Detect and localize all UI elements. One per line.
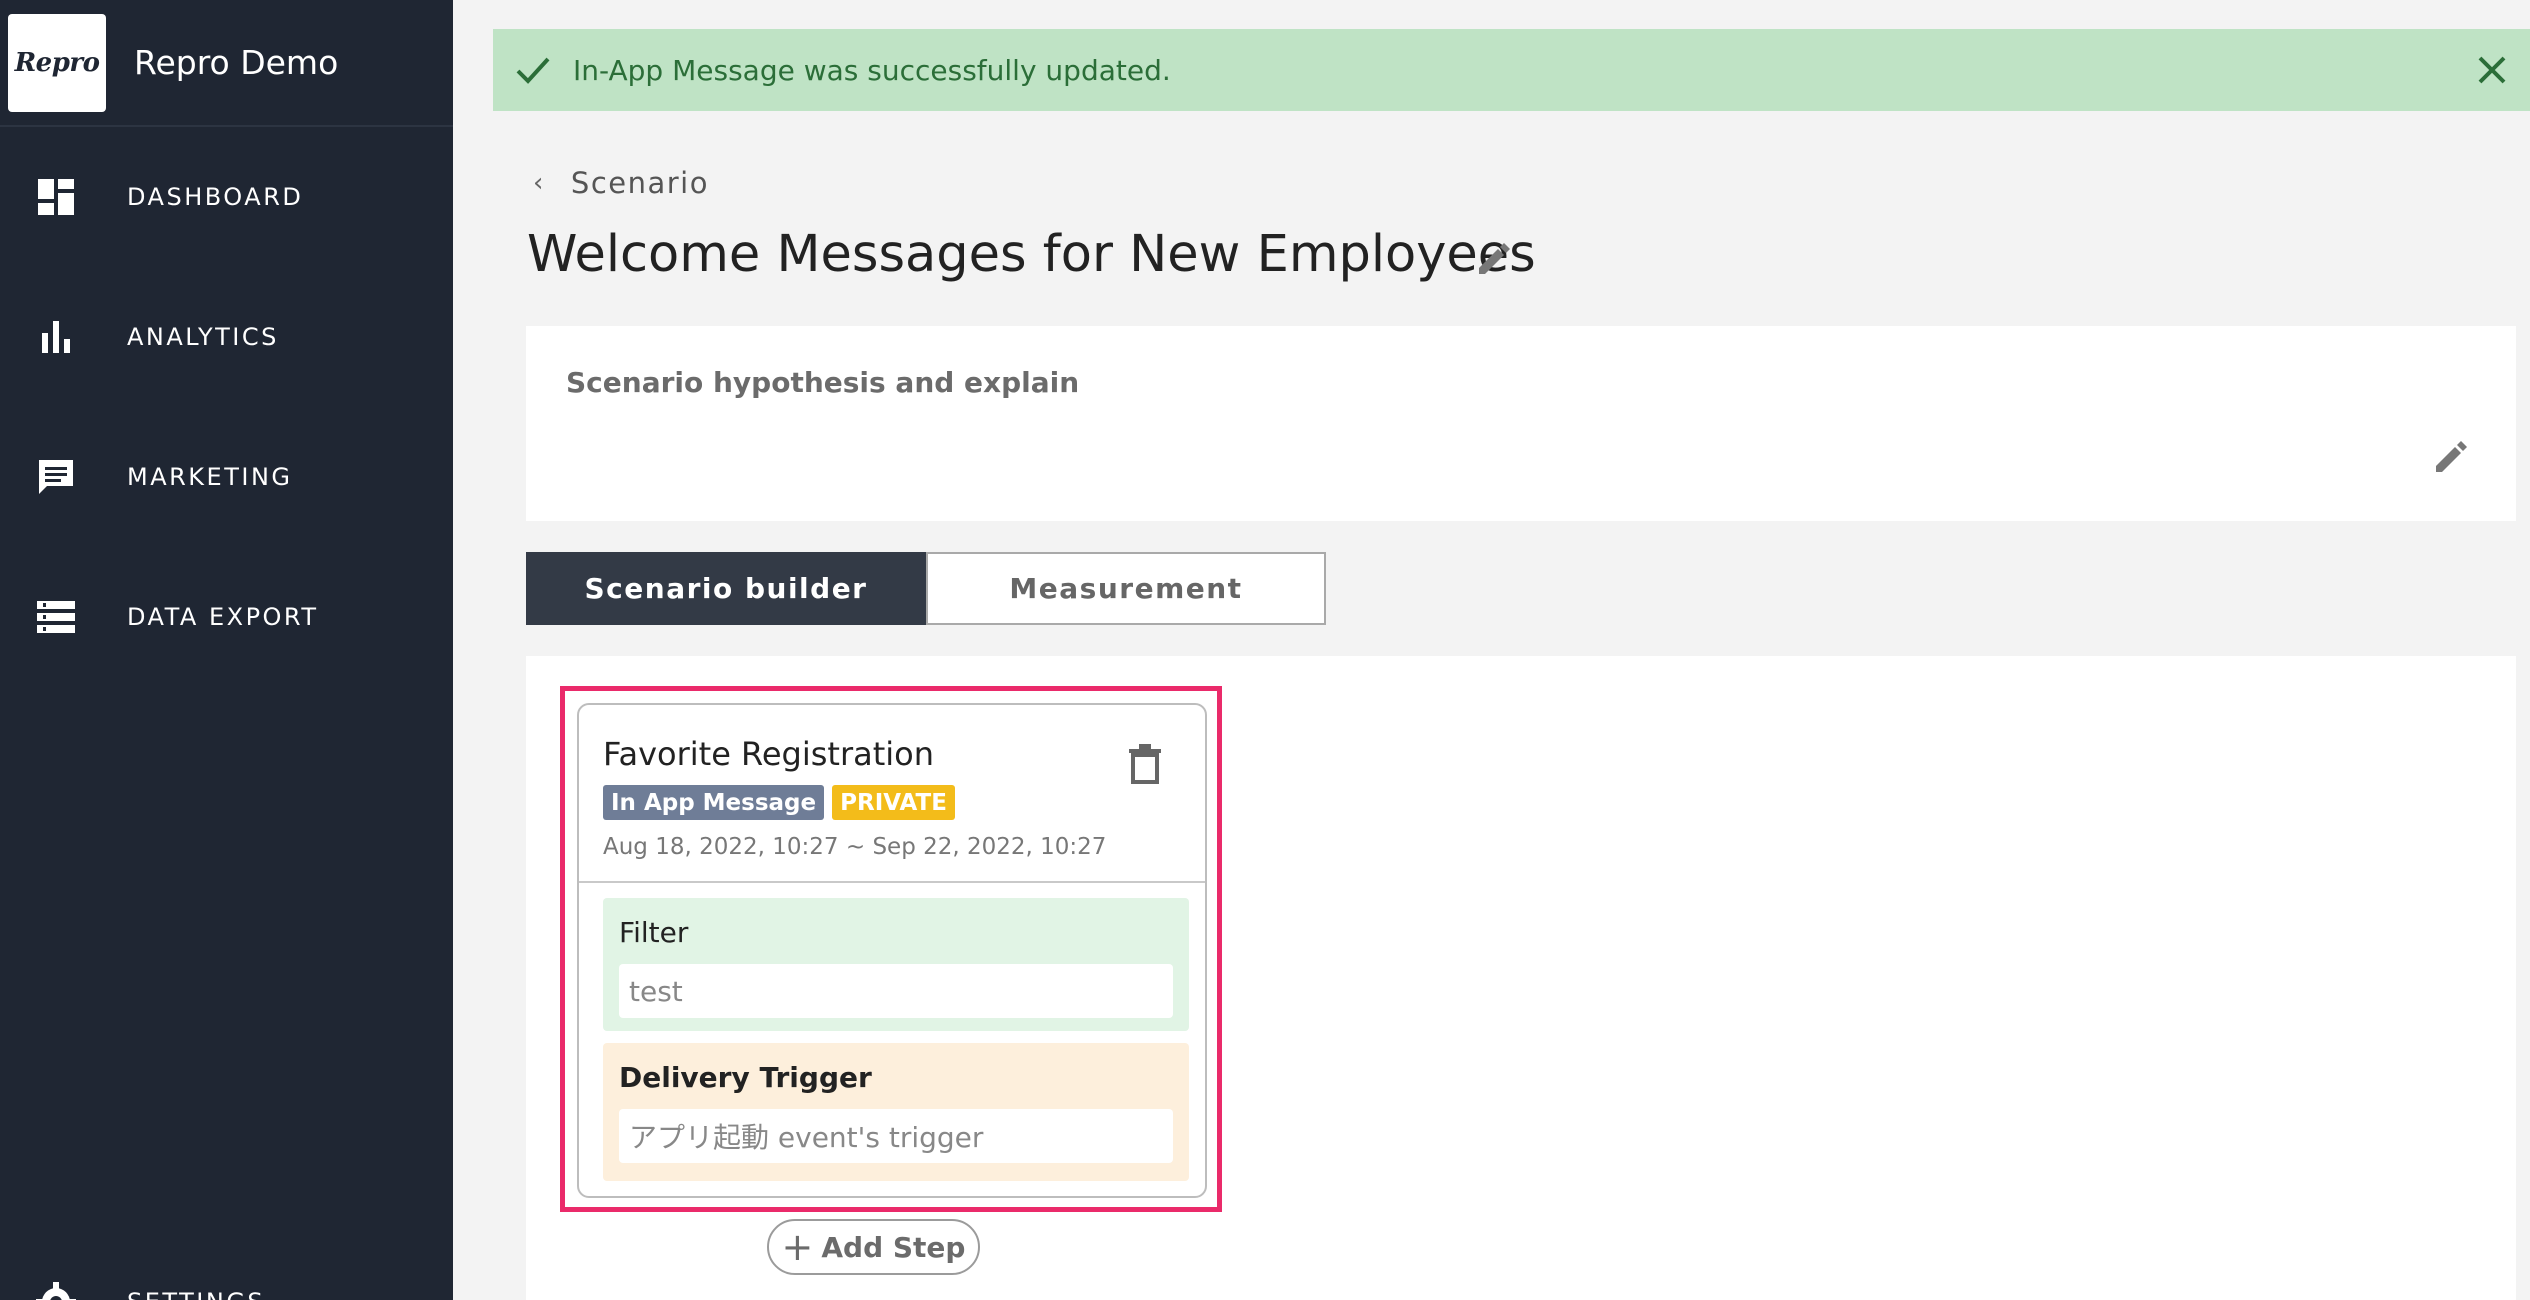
sidebar-item-analytics[interactable]: ANALYTICS [0,287,453,387]
bar-chart-icon [35,316,77,358]
close-icon[interactable] [2472,50,2512,90]
step-title: Favorite Registration [603,735,935,773]
scenario-builder-canvas: Favorite Registration In App Message PRI… [526,656,2516,1300]
trigger-value: アプリ起動 event's trigger [619,1109,1173,1163]
tab-scenario-builder[interactable]: Scenario builder [526,552,926,625]
logo-text: Repro [14,47,100,78]
hypothesis-label: Scenario hypothesis and explain [566,366,1080,399]
step-card[interactable]: Favorite Registration In App Message PRI… [577,703,1207,1198]
sidebar-item-settings[interactable]: SETTINGS [0,1252,453,1300]
sidebar-item-label: SETTINGS [127,1288,265,1300]
filter-section[interactable]: Filter test [603,898,1189,1031]
app-name[interactable]: Repro Demo [134,43,338,82]
page-title: Welcome Messages for New Employees [527,225,1536,284]
edit-title-icon[interactable] [1473,238,1517,282]
check-icon [513,50,553,90]
sidebar-item-dashboard[interactable]: DASHBOARD [0,147,453,247]
brand-header: Repro Repro Demo [0,0,453,127]
tab-measurement[interactable]: Measurement [926,552,1326,625]
trash-icon[interactable] [1127,743,1167,787]
repro-logo[interactable]: Repro [8,13,106,112]
type-badge: In App Message [603,785,825,820]
sidebar-item-label: ANALYTICS [127,323,279,351]
chat-icon [35,456,77,498]
dashboard-icon [35,176,77,218]
add-step-button[interactable]: + Add Step [767,1219,980,1275]
plus-icon: + [781,1225,814,1269]
filter-label: Filter [619,916,689,949]
status-badge: PRIVATE [832,785,955,820]
sidebar: Repro Repro Demo DASHBOARD ANALYTICS MAR… [0,0,453,1300]
filter-value: test [619,964,1173,1018]
hypothesis-card: Scenario hypothesis and explain [526,326,2516,521]
step-highlight: Favorite Registration In App Message PRI… [560,686,1222,1212]
main-content: In-App Message was successfully updated.… [453,0,2530,1300]
delivery-trigger-section[interactable]: Delivery Trigger アプリ起動 event's trigger [603,1043,1189,1181]
sidebar-item-label: MARKETING [127,463,293,491]
sidebar-item-label: DASHBOARD [127,183,304,211]
breadcrumb[interactable]: ‹ Scenario [533,166,709,200]
sidebar-item-marketing[interactable]: MARKETING [0,427,453,527]
sidebar-item-label: DATA EXPORT [127,603,319,631]
tab-bar: Scenario builder Measurement [526,552,1326,625]
trigger-label: Delivery Trigger [619,1061,872,1094]
list-icon [35,596,77,638]
gear-icon [35,1281,77,1300]
breadcrumb-label: Scenario [570,166,709,200]
step-badges: In App Message PRIVATE [603,785,963,820]
step-dates: Aug 18, 2022, 10:27 ~ Sep 22, 2022, 10:2… [603,834,1107,860]
chevron-left-icon: ‹ [533,168,545,198]
sidebar-item-data-export[interactable]: DATA EXPORT [0,567,453,667]
alert-message: In-App Message was successfully updated. [573,53,1171,87]
add-step-label: Add Step [821,1230,966,1264]
success-alert: In-App Message was successfully updated. [493,29,2530,111]
edit-hypothesis-icon[interactable] [2430,436,2474,480]
divider [579,881,1205,883]
